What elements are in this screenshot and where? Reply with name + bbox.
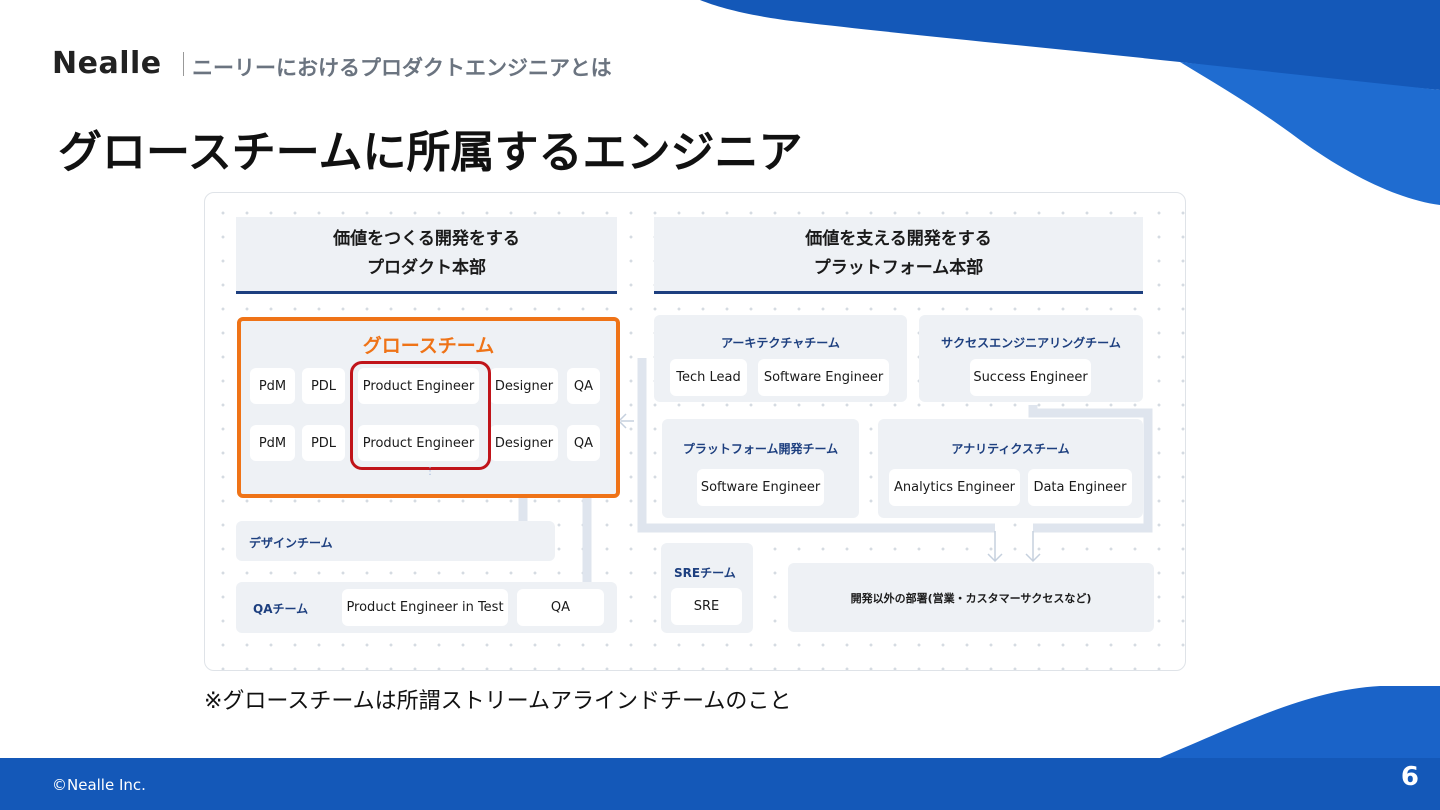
- org-diagram: 価値をつくる開発をする プロダクト本部 価値を支える開発をする プラットフォーム…: [204, 192, 1186, 671]
- architecture-team-panel: アーキテクチャチーム Tech Lead Software Engineer: [654, 315, 907, 402]
- qa-chip: QA: [517, 589, 604, 626]
- product-division-header: 価値をつくる開発をする プロダクト本部: [236, 217, 617, 294]
- design-team-title: デザインチーム: [249, 536, 333, 550]
- analytics-team-panel: アナリティクスチーム Analytics Engineer Data Engin…: [878, 419, 1143, 518]
- success-engineering-team-panel: サクセスエンジニアリングチーム Success Engineer: [919, 315, 1143, 402]
- pdm-chip: PdM: [250, 368, 295, 404]
- designer-chip: Designer: [490, 368, 558, 404]
- non-dev-departments-panel: 開発以外の部署(営業・カスタマーサクセスなど): [788, 563, 1154, 632]
- copyright: ©Nealle Inc.: [52, 776, 146, 794]
- sre-team-title: SREチーム: [674, 566, 736, 580]
- footnote: ※グロースチームは所謂ストリームアラインドチームのこと: [204, 689, 792, 714]
- platform-division-line2: プラットフォーム本部: [813, 258, 984, 278]
- qa-team-title: QAチーム: [253, 602, 309, 616]
- platform-division-line1: 価値を支える開発をする: [805, 229, 992, 249]
- product-division-line1: 価値をつくる開発をする: [333, 229, 520, 249]
- success-engineer-chip: Success Engineer: [970, 359, 1091, 396]
- success-engineering-team-title: サクセスエンジニアリングチーム: [941, 336, 1121, 350]
- footer-bar: [0, 758, 1440, 810]
- software-engineer-chip: Software Engineer: [697, 469, 824, 506]
- platform-dev-team-title: プラットフォーム開発チーム: [682, 442, 839, 456]
- pdm-chip: PdM: [250, 425, 295, 461]
- growth-team-title: グロースチーム: [362, 335, 495, 357]
- product-engineer-highlight: [350, 361, 491, 470]
- sre-team-panel: SREチーム SRE: [661, 543, 753, 633]
- sre-chip: SRE: [671, 588, 742, 625]
- design-team-panel: デザインチーム: [236, 521, 555, 561]
- analytics-team-title: アナリティクスチーム: [951, 442, 1070, 456]
- platform-division-header: 価値を支える開発をする プラットフォーム本部: [654, 217, 1143, 294]
- analytics-engineer-chip: Analytics Engineer: [889, 469, 1020, 506]
- pdl-chip: PDL: [302, 368, 345, 404]
- tech-lead-chip: Tech Lead: [670, 359, 747, 396]
- product-division-line2: プロダクト本部: [367, 258, 486, 278]
- non-dev-departments-label: 開発以外の部署(営業・カスタマーサクセスなど): [850, 591, 1092, 605]
- more-rows-indicator: ⋮: [425, 466, 435, 477]
- nealle-logo: Nealle: [52, 46, 162, 81]
- product-engineer-in-test-chip: Product Engineer in Test: [342, 589, 508, 626]
- page-title: グロースチームに所属するエンジニア: [58, 127, 803, 178]
- architecture-team-title: アーキテクチャチーム: [721, 336, 840, 350]
- header-subtitle: ニーリーにおけるプロダクトエンジニアとは: [192, 56, 612, 80]
- data-engineer-chip: Data Engineer: [1028, 469, 1132, 506]
- qa-chip: QA: [567, 368, 600, 404]
- pdl-chip: PDL: [302, 425, 345, 461]
- platform-dev-team-panel: プラットフォーム開発チーム Software Engineer: [662, 419, 859, 518]
- qa-team-panel: QAチーム Product Engineer in Test QA: [236, 582, 617, 633]
- designer-chip: Designer: [490, 425, 558, 461]
- header-separator: [183, 52, 184, 76]
- page-number: 6: [1400, 762, 1419, 792]
- software-engineer-chip: Software Engineer: [758, 359, 889, 396]
- qa-chip: QA: [567, 425, 600, 461]
